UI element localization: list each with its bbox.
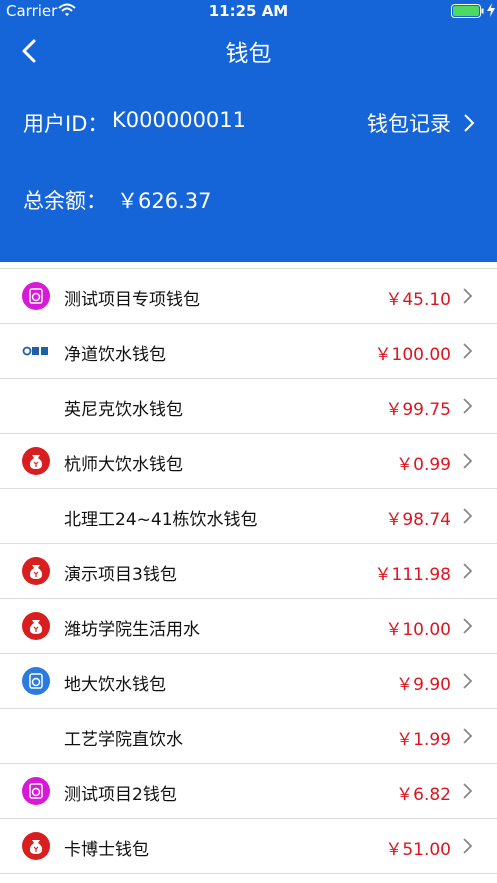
wallet-row[interactable]: 卡博士钱包 ￥51.00 <box>0 819 497 874</box>
wallet-records-link[interactable]: 钱包记录 <box>367 108 475 138</box>
chevron-right-icon <box>463 288 473 304</box>
wallet-amount: ￥10.00 <box>385 620 451 640</box>
magenta-washer-icon <box>22 777 50 805</box>
wallet-amount: ￥1.99 <box>396 730 451 750</box>
wallet-name: 净道饮水钱包 <box>64 345 166 365</box>
blue-washer-icon <box>22 667 50 695</box>
chevron-right-icon <box>463 343 473 359</box>
chevron-right-icon <box>463 398 473 414</box>
wallet-name: 测试项目2钱包 <box>64 785 177 805</box>
chevron-right-icon <box>463 728 473 744</box>
wallet-list: 测试项目专项钱包 ￥45.10 净道饮水钱包 ￥100.00 英尼克饮水钱包 ￥… <box>0 268 497 874</box>
chevron-right-icon <box>463 618 473 634</box>
wallet-amount: ￥98.74 <box>385 510 451 530</box>
user-id-value: K000000011 <box>112 108 247 132</box>
total-balance-value: ￥626.37 <box>117 189 212 213</box>
red-money-bag-icon <box>22 612 50 640</box>
wallet-amount: ￥0.99 <box>396 455 451 475</box>
wallet-amount: ￥51.00 <box>385 840 451 860</box>
wallet-records-label: 钱包记录 <box>367 112 451 136</box>
chevron-right-icon <box>463 783 473 799</box>
chevron-right-icon <box>464 114 475 132</box>
status-time: 11:25 AM <box>208 2 289 20</box>
wallet-header: Carrier 11:25 AM 钱包 用户ID： K000000011 钱包记… <box>0 0 497 262</box>
charging-bolt-icon <box>487 3 495 17</box>
wallet-amount: ￥9.90 <box>396 675 451 695</box>
wallet-name: 北理工24~41栋饮水钱包 <box>64 510 258 530</box>
wallet-row[interactable]: 杭师大饮水钱包 ￥0.99 <box>0 434 497 489</box>
wallet-amount: ￥45.10 <box>385 290 451 310</box>
wallet-row[interactable]: 地大饮水钱包 ￥9.90 <box>0 654 497 709</box>
wallet-name: 潍坊学院生活用水 <box>64 620 200 640</box>
wallet-name: 杭师大饮水钱包 <box>64 455 183 475</box>
total-balance-label: 总余额： <box>23 189 107 213</box>
wallet-amount: ￥111.98 <box>374 565 451 585</box>
wallet-name: 英尼克饮水钱包 <box>64 400 183 420</box>
wallet-name: 地大饮水钱包 <box>64 675 166 695</box>
chevron-right-icon <box>463 453 473 469</box>
chevron-right-icon <box>463 838 473 854</box>
wallet-row[interactable]: 净道饮水钱包 ￥100.00 <box>0 324 497 379</box>
chevron-right-icon <box>463 508 473 524</box>
battery-icon <box>451 4 484 18</box>
wallet-row[interactable]: 潍坊学院生活用水 ￥10.00 <box>0 599 497 654</box>
chevron-right-icon <box>463 563 473 579</box>
red-money-bag-icon <box>22 447 50 475</box>
wallet-name: 工艺学院直饮水 <box>64 730 183 750</box>
user-id-label: 用户ID： <box>23 112 109 136</box>
wallet-row[interactable]: 演示项目3钱包 ￥111.98 <box>0 544 497 599</box>
wallet-amount: ￥99.75 <box>385 400 451 420</box>
wallet-name: 演示项目3钱包 <box>64 565 177 585</box>
wallet-row[interactable]: 英尼克饮水钱包 ￥99.75 <box>0 379 497 434</box>
wallet-name: 测试项目专项钱包 <box>64 290 200 310</box>
wallet-amount: ￥100.00 <box>374 345 451 365</box>
page-title: 钱包 <box>225 41 272 67</box>
red-money-bag-icon <box>22 557 50 585</box>
status-bar: Carrier 11:25 AM <box>0 0 497 22</box>
wallet-name: 卡博士钱包 <box>64 840 149 860</box>
wallet-amount: ￥6.82 <box>396 785 451 805</box>
wallet-row[interactable]: 工艺学院直饮水 ￥1.99 <box>0 709 497 764</box>
chevron-right-icon <box>463 673 473 689</box>
jingdao-logo-icon <box>22 346 48 356</box>
wallet-row[interactable]: 测试项目专项钱包 ￥45.10 <box>0 269 497 324</box>
red-money-bag-icon <box>22 832 50 860</box>
wallet-row[interactable]: 北理工24~41栋饮水钱包 ￥98.74 <box>0 489 497 544</box>
magenta-washer-icon <box>22 282 50 310</box>
wallet-row[interactable]: 测试项目2钱包 ￥6.82 <box>0 764 497 819</box>
